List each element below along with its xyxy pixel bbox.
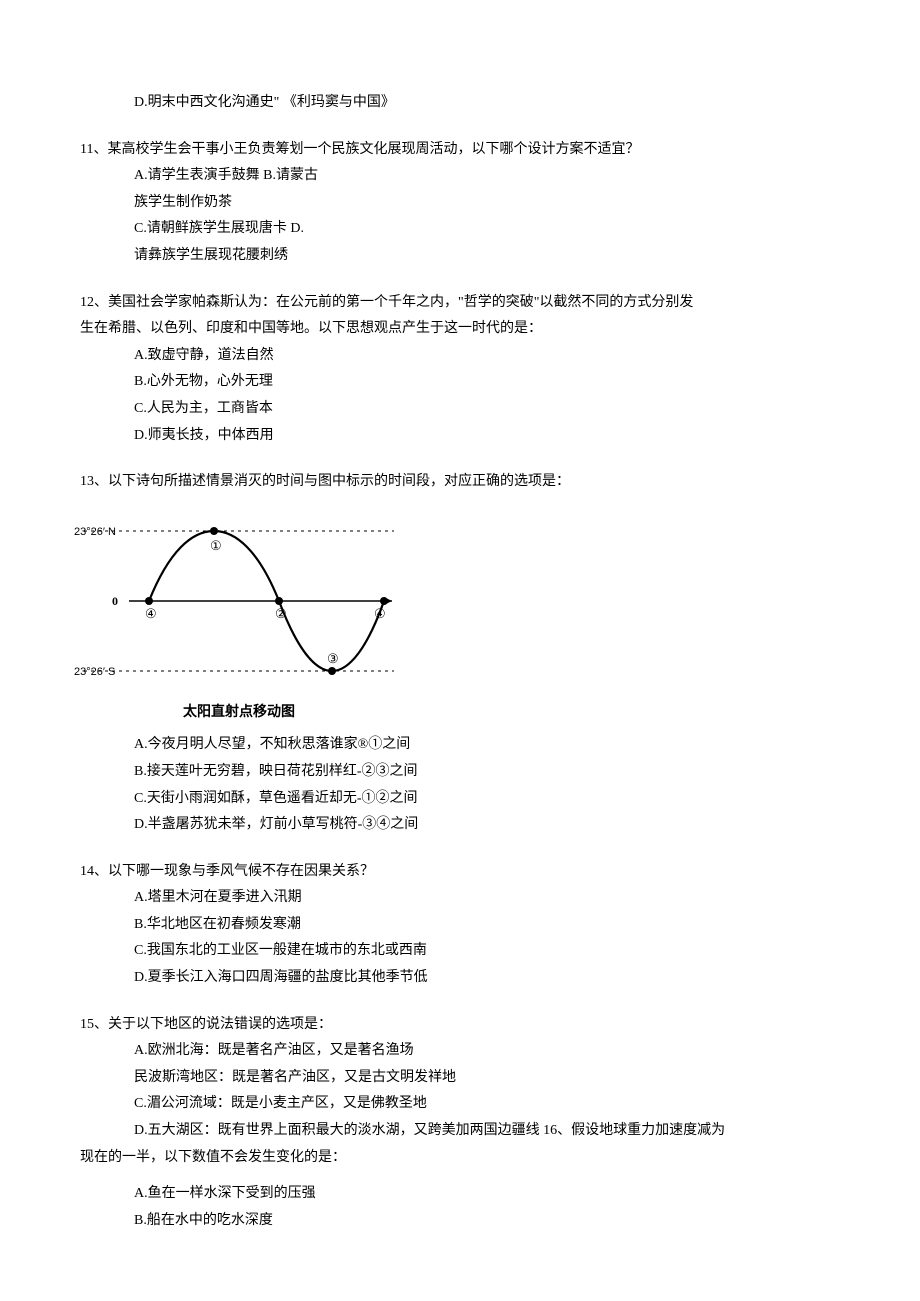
q12-option-b: B.心外无物，心外无理: [134, 369, 840, 396]
svg-text:②: ②: [275, 606, 287, 621]
q16-option-a: A.鱼在一样水深下受到的压强: [134, 1181, 840, 1208]
svg-text:23°26′ S: 23°26′ S: [74, 666, 115, 678]
q13-figure: 23°26′ N 0 23°26′ S ④ ① ② ③ ④: [74, 506, 404, 696]
q15-option-b: 民波斯湾地区：既是著名产油区，又是古文明发祥地: [134, 1065, 840, 1092]
q13-option-a: A.今夜月明人尽望，不知秋思落谁家®①之间: [134, 732, 840, 759]
svg-text:①: ①: [210, 538, 222, 553]
q12-option-a: A.致虚守静，道法自然: [134, 343, 840, 370]
q15-stem: 15、关于以下地区的说法错误的选项是：: [80, 1012, 840, 1039]
q14-option-a: A.塔里木河在夏季进入汛期: [134, 885, 840, 912]
svg-text:0: 0: [112, 594, 118, 608]
q14-option-b: B.华北地区在初春频发寒潮: [134, 912, 840, 939]
q13-stem: 13、以下诗句所描述情景消灭的时间与图中标示的时间段，对应正确的选项是：: [80, 469, 840, 496]
q12-stem-line2: 生在希腊、以色列、印度和中国等地。以下思想观点产生于这一时代的是：: [80, 316, 840, 343]
q12-option-d: D.师夷长技，中体西用: [134, 423, 840, 450]
q10-option-d: D.明末中西文化沟通史" 《利玛窦与中国》: [134, 90, 840, 117]
q14-stem: 14、以下哪一现象与季风气候不存在因果关系？: [80, 859, 840, 886]
svg-text:④: ④: [145, 606, 157, 621]
q16-option-b: B.船在水中的吃水深度: [134, 1208, 840, 1235]
q15-option-d-line1: D.五大湖区：既有世界上面积最大的淡水湖，又跨美加两国边疆线 16、假设地球重力…: [134, 1118, 840, 1145]
svg-text:23°26′ N: 23°26′ N: [74, 526, 116, 538]
q11-option-a-line2: 族学生制作奶茶: [134, 190, 840, 217]
q15-option-d-line2: 现在的一半，以下数值不会发生变化的是：: [80, 1145, 840, 1172]
q15-option-a: A.欧洲北海：既是著名产油区，又是著名渔场: [134, 1038, 840, 1065]
q12-stem-line1: 12、美国社会学家帕森斯认为：在公元前的第一个千年之内，"哲学的突破"以截然不同…: [80, 290, 840, 317]
q14-option-d: D.夏季长江入海口四周海疆的盐度比其他季节低: [134, 965, 840, 992]
q15-option-c: C.湄公河流域：既是小麦主产区，又是佛教圣地: [134, 1091, 840, 1118]
q11-option-c-line2: 请彝族学生展现花腰刺绣: [134, 243, 840, 270]
q13-figure-caption: 太阳直射点移动图: [74, 698, 404, 725]
svg-text:③: ③: [327, 651, 339, 666]
q11-option-a-line1: A.请学生表演手鼓舞 B.请蒙古: [134, 163, 840, 190]
q11-stem: 11、某高校学生会干事小王负责筹划一个民族文化展现周活动，以下哪个设计方案不适宜…: [80, 137, 840, 164]
q13-option-d: D.半盏屠苏犹未举，灯前小草写桃符-③④之间: [134, 812, 840, 839]
q13-option-b: B.接天莲叶无穷碧，映日荷花别样红-②③之间: [134, 759, 840, 786]
q11-option-c-line1: C.请朝鲜族学生展现唐卡 D.: [134, 216, 840, 243]
q14-option-c: C.我国东北的工业区一般建在城市的东北或西南: [134, 938, 840, 965]
svg-text:④: ④: [374, 606, 386, 621]
solar-declination-chart: 23°26′ N 0 23°26′ S ④ ① ② ③ ④: [74, 506, 404, 696]
q12-option-c: C.人民为主，工商皆本: [134, 396, 840, 423]
q13-option-c: C.天街小雨润如酥，草色遥看近却无-①②之间: [134, 786, 840, 813]
